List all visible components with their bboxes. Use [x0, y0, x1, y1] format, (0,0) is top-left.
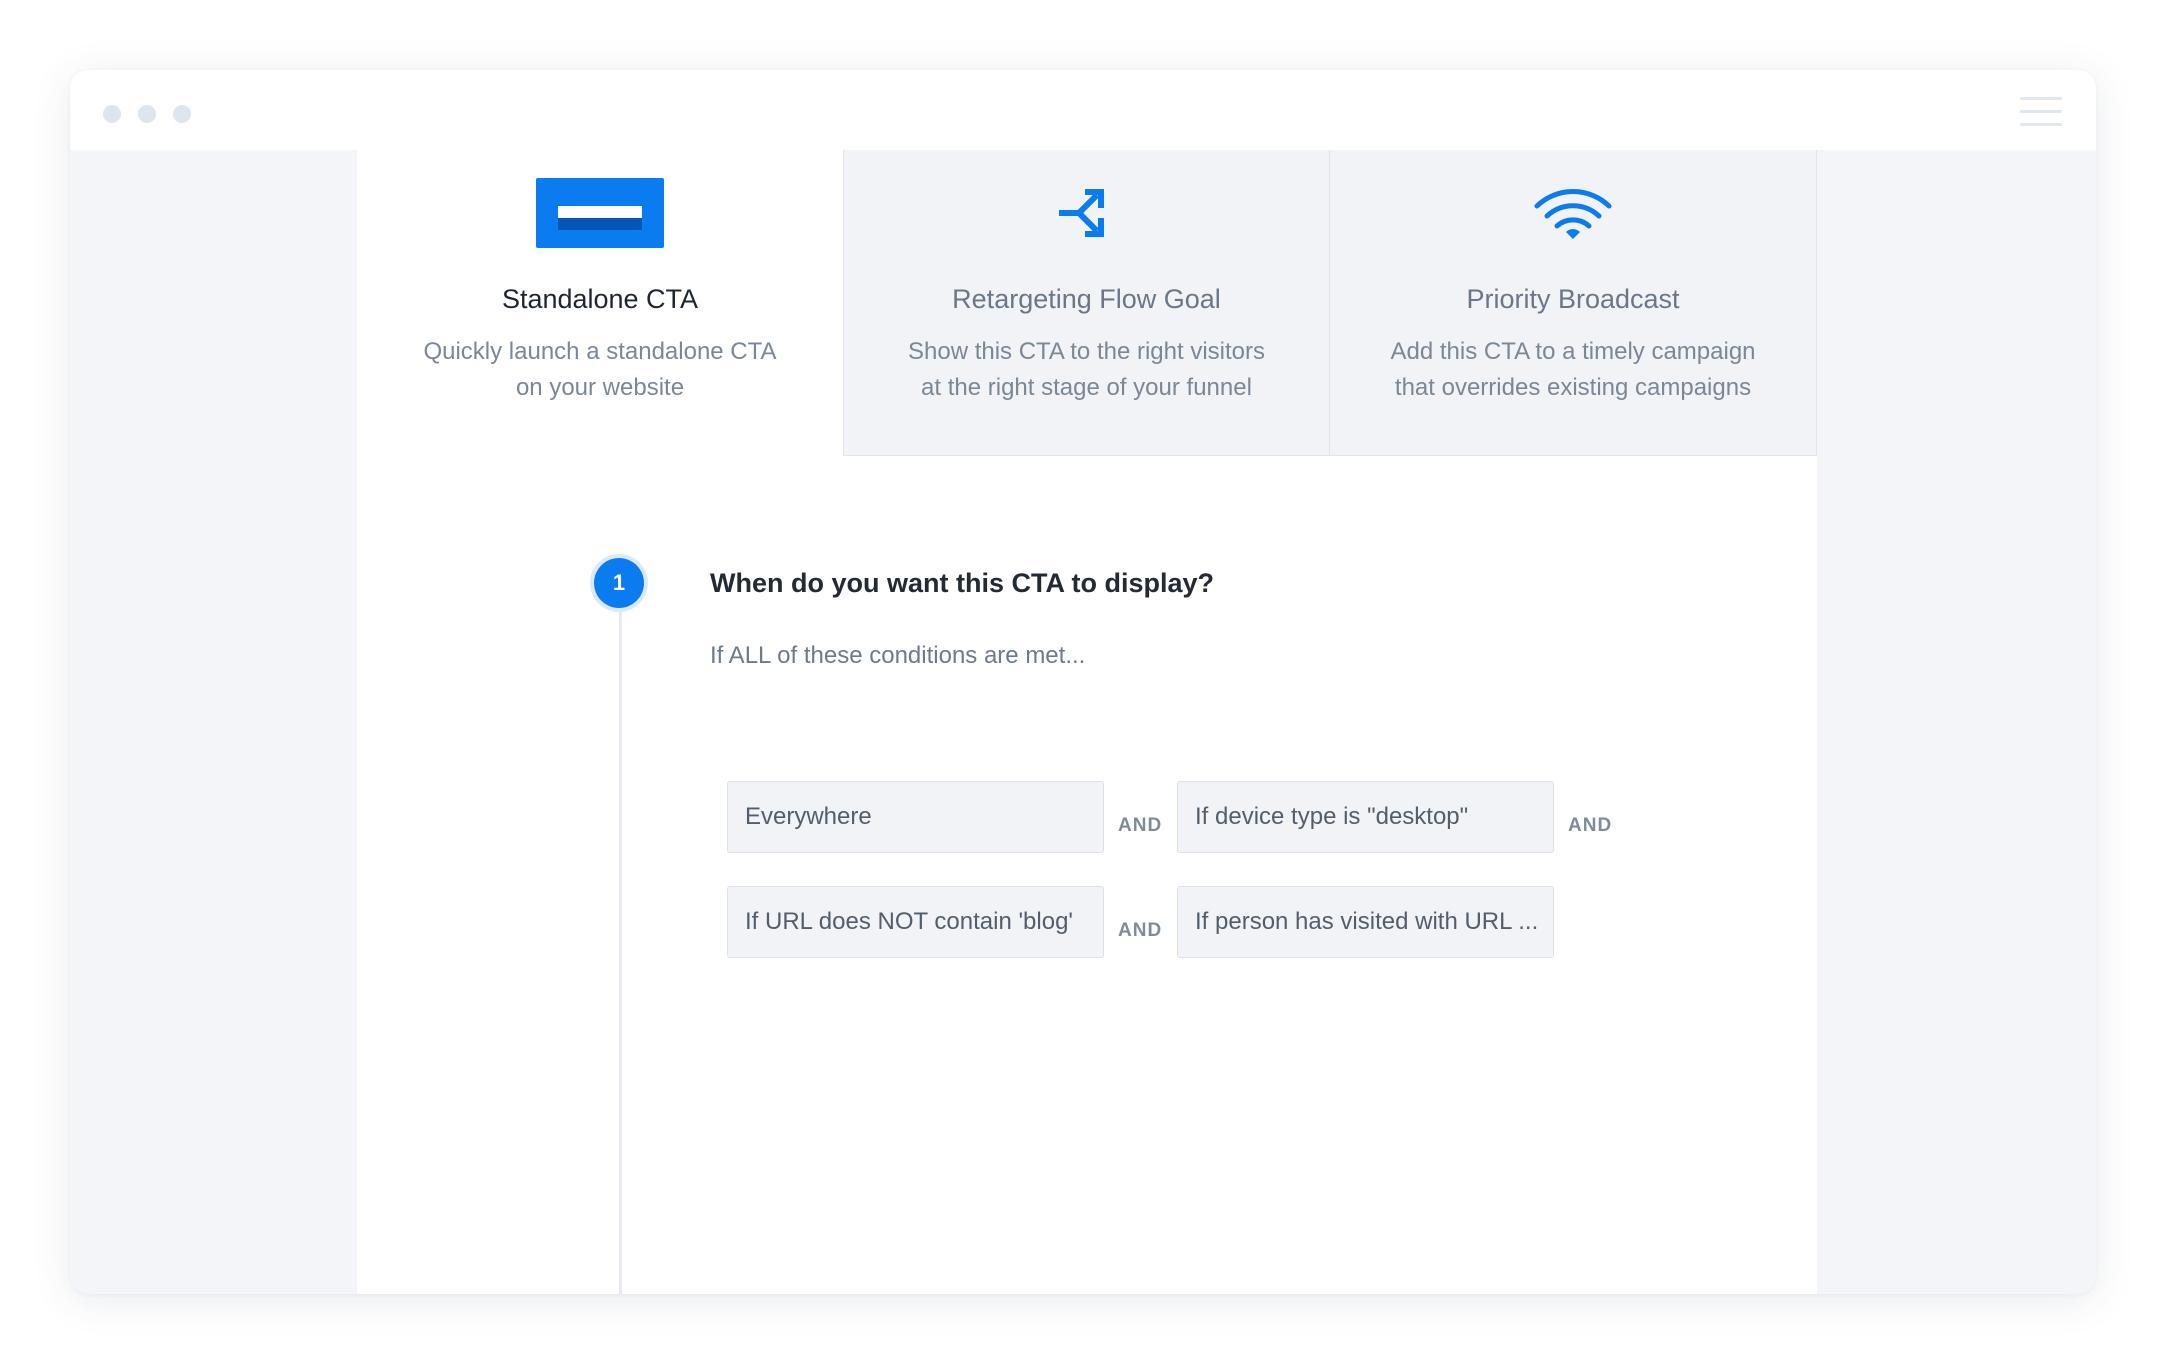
condition-chip[interactable]: Everywhere: [727, 781, 1104, 853]
tab-title: Priority Broadcast: [1466, 284, 1680, 314]
app-window: Standalone CTA Quickly launch a standalo…: [70, 70, 2096, 1294]
tab-priority-broadcast[interactable]: Priority Broadcast Add this CTA to a tim…: [1329, 150, 1817, 456]
tab-retargeting-flow-goal[interactable]: Retargeting Flow Goal Show this CTA to t…: [843, 150, 1329, 456]
step-number-badge: 1: [594, 558, 644, 608]
condition-chip[interactable]: If URL does NOT contain 'blog': [727, 886, 1104, 958]
tab-description: Quickly launch a standalone CTA on your w…: [423, 338, 777, 401]
condition-chip[interactable]: If device type is "desktop": [1177, 781, 1554, 853]
cta-type-tabs: Standalone CTA Quickly launch a standalo…: [357, 150, 1817, 456]
hamburger-menu-icon[interactable]: [2020, 97, 2062, 127]
tab-title: Standalone CTA: [501, 284, 699, 314]
and-connector: AND: [1568, 815, 1613, 836]
tab-description: Add this CTA to a timely campaign that ov…: [1390, 338, 1756, 401]
main-panel: Standalone CTA Quickly launch a standalo…: [357, 150, 1817, 1294]
merge-arrows-icon: [1058, 189, 1104, 237]
window-dot-icon: [103, 105, 121, 123]
all-conditions-label: If ALL of these conditions are met...: [710, 642, 1086, 669]
step-timeline: [619, 602, 622, 1294]
step-question: When do you want this CTA to display?: [710, 568, 1214, 598]
tab-standalone-cta[interactable]: Standalone CTA Quickly launch a standalo…: [357, 150, 843, 456]
and-connector: AND: [1118, 815, 1163, 836]
window-titlebar: [70, 70, 2096, 150]
tab-description: Show this CTA to the right visitors at th…: [907, 338, 1266, 401]
broadcast-wifi-icon: [1534, 189, 1612, 239]
window-dot-icon: [173, 105, 191, 123]
tab-title: Retargeting Flow Goal: [952, 284, 1221, 314]
cta-button-icon: [536, 178, 664, 248]
condition-chip[interactable]: If person has visited with URL ...: [1177, 886, 1554, 958]
and-connector: AND: [1118, 920, 1163, 941]
window-dot-icon: [138, 105, 156, 123]
